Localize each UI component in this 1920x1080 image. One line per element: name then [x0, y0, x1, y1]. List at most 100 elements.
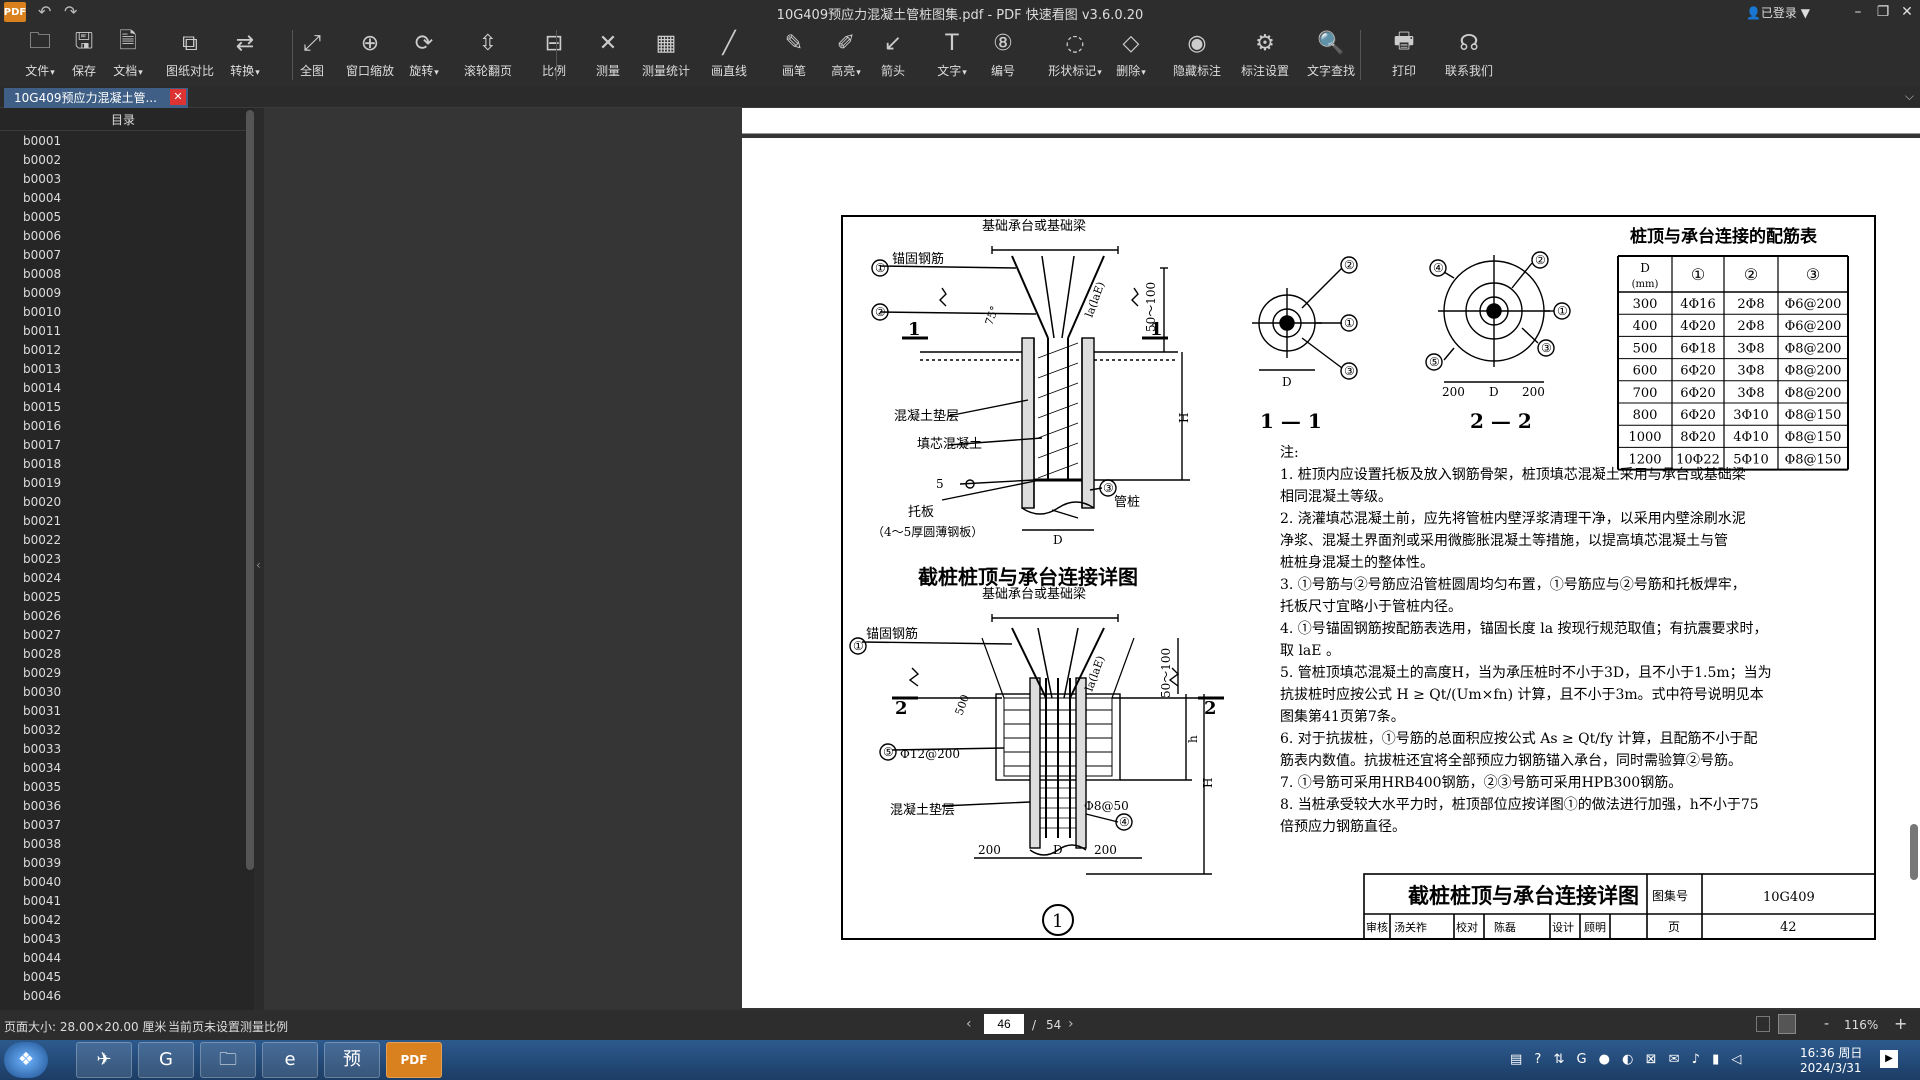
toc-item[interactable]: b0026 — [0, 607, 246, 626]
system-tray-icons[interactable]: ▤ ? ⇅ G ● ◐ ⊠ ✉ ♪ ▮ ◁ — [1510, 1052, 1745, 1067]
toc-item[interactable]: b0027 — [0, 626, 246, 645]
toolbar-zoom-window-button[interactable]: ⊕ 窗口缩放 — [340, 26, 400, 84]
toolbar-text-button[interactable]: T 文字 — [928, 26, 976, 84]
toc-item[interactable]: b0013 — [0, 360, 246, 379]
login-status[interactable]: 👤已登录 ▼ — [1746, 4, 1810, 21]
toc-item[interactable]: b0042 — [0, 911, 246, 930]
close-window-button[interactable]: ✕ — [1896, 2, 1918, 22]
taskbar-app-feishu[interactable]: ✈ — [76, 1042, 132, 1078]
document-tab[interactable]: 10G409预应力混凝土管... — [4, 88, 188, 108]
toc-item[interactable]: b0033 — [0, 740, 246, 759]
toolbar-arrow-button[interactable]: ↙ 箭头 — [870, 26, 916, 84]
toc-item[interactable]: b0009 — [0, 284, 246, 303]
taskbar-app-browser[interactable]: G — [138, 1042, 194, 1078]
toolbar-pen-button[interactable]: ✎ 画笔 — [770, 26, 818, 84]
toolbar-print-button[interactable]: 🖶 打印 — [1382, 26, 1426, 84]
close-tab-icon[interactable]: ✕ — [170, 89, 186, 105]
toc-item[interactable]: b0040 — [0, 873, 246, 892]
toolbar-convert-button[interactable]: ⇄ 转换 — [220, 26, 270, 84]
toolbar-folder-button[interactable]: 🗀 文件 — [14, 26, 66, 84]
previous-page-button[interactable]: ‹ — [966, 1016, 972, 1032]
toc-item[interactable]: b0036 — [0, 797, 246, 816]
toolbar-fit-all-button[interactable]: ⤢ 全图 — [290, 26, 334, 84]
toc-item[interactable]: b0017 — [0, 436, 246, 455]
tab-list-dropdown-icon[interactable]: ⌵ — [1905, 89, 1914, 104]
toc-item[interactable]: b0006 — [0, 227, 246, 246]
toc-item[interactable]: b0021 — [0, 512, 246, 531]
toc-item[interactable]: b0031 — [0, 702, 246, 721]
toolbar-rotate-button[interactable]: ⟳ 旋转 — [400, 26, 448, 84]
toc-item[interactable]: b0019 — [0, 474, 246, 493]
toolbar-save-button[interactable]: 🖫 保存 — [62, 26, 106, 84]
toc-item[interactable]: b0025 — [0, 588, 246, 607]
toc-item[interactable]: b0020 — [0, 493, 246, 512]
toc-item[interactable]: b0016 — [0, 417, 246, 436]
taskbar-app-explorer[interactable]: 🗀 — [200, 1042, 256, 1078]
toc-item[interactable]: b0029 — [0, 664, 246, 683]
minimize-button[interactable]: – — [1847, 2, 1869, 22]
redo-icon[interactable]: ↷ — [64, 2, 77, 21]
toolbar-line-button[interactable]: ╱ 画直线 — [702, 26, 756, 84]
zoom-in-button[interactable]: + — [1894, 1014, 1907, 1033]
sidebar-scrollbar[interactable] — [246, 110, 254, 870]
taskbar-app-pdf[interactable]: PDF — [386, 1042, 442, 1078]
toc-item[interactable]: b0024 — [0, 569, 246, 588]
page-number-input[interactable] — [984, 1014, 1024, 1034]
viewer-scrollbar[interactable] — [1910, 824, 1918, 880]
toc-item[interactable]: b0007 — [0, 246, 246, 265]
toc-item[interactable]: b0008 — [0, 265, 246, 284]
zoom-out-button[interactable]: - — [1824, 1016, 1829, 1032]
show-desktop-icon[interactable]: ▶ — [1880, 1050, 1898, 1068]
toc-item[interactable]: b0011 — [0, 322, 246, 341]
taskbar-app-preview[interactable]: 预 — [324, 1042, 380, 1078]
toc-item[interactable]: b0001 — [0, 132, 246, 151]
toolbar-search-button[interactable]: 🔍 文字查找 — [1300, 26, 1362, 84]
toc-item[interactable]: b0035 — [0, 778, 246, 797]
clock-date[interactable]: 2024/3/31 — [1800, 1061, 1862, 1075]
toolbar-highlighter-button[interactable]: ✐ 高亮 — [822, 26, 870, 84]
toc-item[interactable]: b0012 — [0, 341, 246, 360]
toc-item[interactable]: b0037 — [0, 816, 246, 835]
toc-item[interactable]: b0038 — [0, 835, 246, 854]
document-viewer[interactable]: 基础承台或基础梁 ① 锚固钢筋 ② 75° la(laE) 1 1 50～100… — [264, 108, 1920, 1010]
pdf-page[interactable]: 基础承台或基础梁 ① 锚固钢筋 ② 75° la(laE) 1 1 50～100… — [742, 138, 1920, 1008]
toc-item[interactable]: b0010 — [0, 303, 246, 322]
taskbar-app-ie[interactable]: e — [262, 1042, 318, 1078]
maximize-button[interactable]: ❐ — [1872, 2, 1894, 22]
toc-item[interactable]: b0014 — [0, 379, 246, 398]
toc-item[interactable]: b0044 — [0, 949, 246, 968]
continuous-view-icon[interactable] — [1778, 1014, 1796, 1034]
toolbar-eraser-button[interactable]: ◇ 删除 — [1106, 26, 1156, 84]
toc-item[interactable]: b0002 — [0, 151, 246, 170]
next-page-button[interactable]: › — [1068, 1016, 1074, 1032]
toolbar-headset-button[interactable]: ☊ 联系我们 — [1438, 26, 1500, 84]
toolbar-scroll-page-button[interactable]: ⇳ 滚轮翻页 — [458, 26, 518, 84]
undo-icon[interactable]: ↶ — [38, 2, 51, 21]
toolbar-mark-settings-button[interactable]: ⚙ 标注设置 — [1232, 26, 1298, 84]
toc-item[interactable]: b0032 — [0, 721, 246, 740]
toolbar-hide-mark-button[interactable]: ◉ 隐藏标注 — [1166, 26, 1228, 84]
toc-item[interactable]: b0028 — [0, 645, 246, 664]
toc-item[interactable]: b0041 — [0, 892, 246, 911]
start-button[interactable]: ❖ — [4, 1042, 48, 1078]
toc-item[interactable]: b0030 — [0, 683, 246, 702]
toc-item[interactable]: b0005 — [0, 208, 246, 227]
toc-item[interactable]: b0039 — [0, 854, 246, 873]
toolbar-numbering-button[interactable]: ⑧ 编号 — [980, 26, 1026, 84]
toc-item[interactable]: b0018 — [0, 455, 246, 474]
toc-item[interactable]: b0003 — [0, 170, 246, 189]
toc-item[interactable]: b0034 — [0, 759, 246, 778]
toolbar-scale-button[interactable]: ⊟ 比例 — [534, 26, 574, 84]
toolbar-shape-mark-button[interactable]: ◌ 形状标记 — [1040, 26, 1110, 84]
collapse-sidebar-icon[interactable]: ‹ — [256, 558, 261, 572]
toc-item[interactable]: b0045 — [0, 968, 246, 987]
toc-item[interactable]: b0022 — [0, 531, 246, 550]
toc-item[interactable]: b0043 — [0, 930, 246, 949]
single-page-view-icon[interactable] — [1756, 1016, 1770, 1032]
toolbar-measure-button[interactable]: ✕ 测量 — [588, 26, 628, 84]
menu-dropdown-icon[interactable]: ▼ — [1801, 6, 1810, 20]
toc-item[interactable]: b0023 — [0, 550, 246, 569]
toolbar-compare-button[interactable]: ⧉ 图纸对比 — [160, 26, 220, 84]
toc-item[interactable]: b0046 — [0, 987, 246, 1006]
toc-item[interactable]: b0004 — [0, 189, 246, 208]
